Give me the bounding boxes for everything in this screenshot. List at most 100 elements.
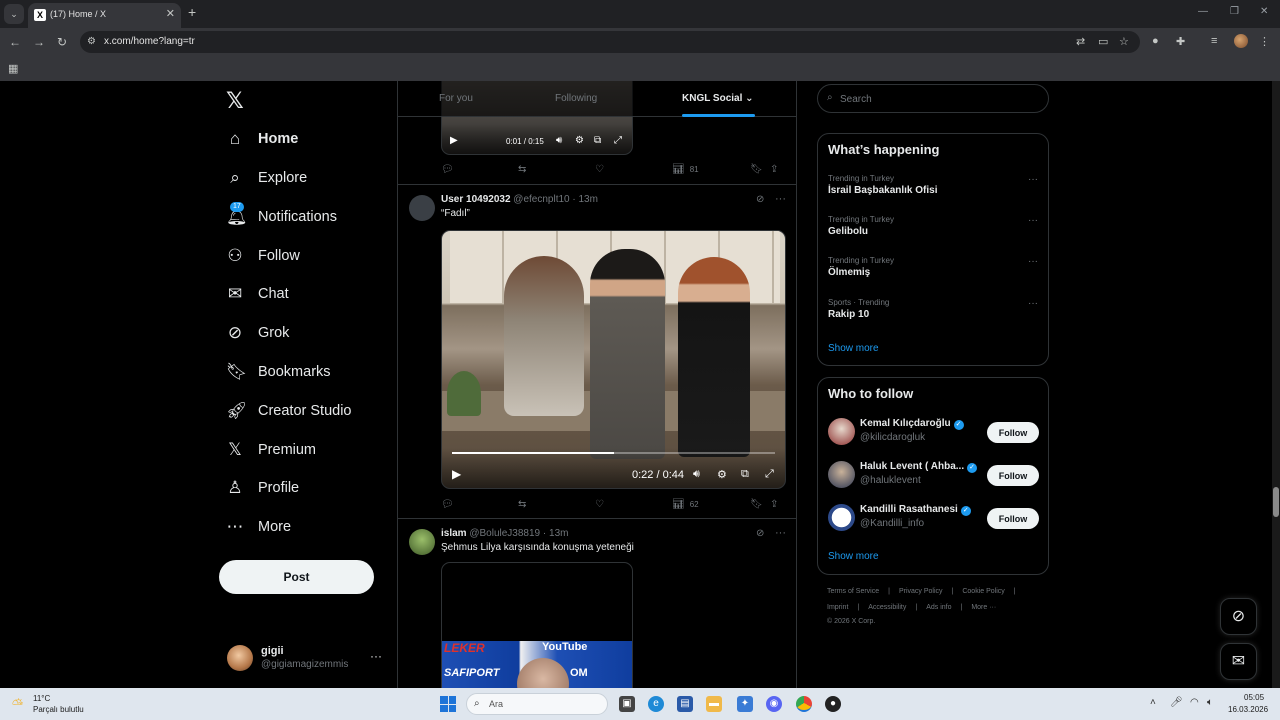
back-arrow-icon[interactable]: ← [9,35,21,49]
wifi-icon[interactable]: ◠ [1190,697,1199,708]
speaker-icon[interactable]: 🔈︎ [1207,697,1213,708]
post-item[interactable]: User 10492032 @efecnplt10 · 13m ⊘ ··· “F… [398,185,796,519]
grok-floating-button[interactable]: ⊘ [1220,598,1257,635]
scrollbar-thumb[interactable] [1273,487,1279,517]
clock-date[interactable]: 16.03.2026 [1228,705,1268,714]
avatar[interactable] [828,418,855,445]
browser-profile-avatar[interactable] [1234,34,1248,48]
avatar[interactable] [409,195,435,221]
site-info-icon[interactable]: ⚙ [87,36,96,47]
browser-menu-icon[interactable]: ⋮ [1259,35,1270,48]
trend-item[interactable]: Sports · Trending Rakip 10 ··· [828,298,1040,320]
privacy-link[interactable]: Privacy Policy [899,588,943,595]
repost-icon[interactable]: ⇆ [518,499,526,510]
pip-icon[interactable]: ⧉ [741,468,749,481]
accessibility-link[interactable]: Accessibility [868,604,906,611]
settings-icon[interactable]: ⚙ [575,135,584,146]
apps-grid-icon[interactable]: ▦ [8,62,18,75]
reply-icon[interactable]: 💬︎ [441,499,454,510]
new-tab-button[interactable]: + [188,4,196,20]
fullscreen-icon[interactable]: ⤢ [614,135,622,146]
address-bar[interactable]: ⚙ x.com/home?lang=tr ⇄ ▭ ☆ [80,31,1140,53]
nav-chat[interactable]: ✉ Chat [226,280,289,308]
reload-icon[interactable]: ↻ [57,35,67,49]
more-icon[interactable]: ··· [1028,174,1038,185]
taskbar-search[interactable]: ⌕ Ara [466,693,608,715]
partly-cloudy-icon[interactable]: ⛅︎ [12,696,23,713]
tab-following[interactable]: Following [555,93,597,104]
like-icon[interactable]: ♡ [595,499,604,510]
forward-arrow-icon[interactable]: → [33,35,45,49]
trend-item[interactable]: Trending in Turkey İsrail Başbakanlık Of… [828,174,1040,196]
browser-tab[interactable]: X (17) Home / X ✕ [28,3,181,28]
reading-list-icon[interactable]: ≡ [1211,35,1217,47]
page-scrollbar[interactable] [1272,81,1280,688]
tab-search-button[interactable]: ⌄ [4,4,24,24]
bookmark-icon[interactable]: 🔖︎ [750,499,763,510]
share-icon[interactable]: ⇪ [770,164,778,175]
extension-icon[interactable]: ● [1152,35,1159,47]
more-icon[interactable]: ··· [370,649,382,663]
cookie-link[interactable]: Cookie Policy [962,588,1004,595]
volume-icon[interactable]: 🔊︎ [556,135,562,146]
ads-info-link[interactable]: Ads info [926,604,951,611]
follow-suggestion[interactable]: Kemal Kılıçdaroğlu ✓ @kilicdarogluk Follo… [828,418,1042,448]
account-switcher[interactable]: gigii @gigiamagizemmis ··· [226,643,386,673]
avatar[interactable] [409,529,435,555]
avatar[interactable] [828,504,855,531]
views-icon[interactable]: 📊︎ 62 [672,499,699,510]
video-player[interactable]: ▶ 0:22 / 0:44 🔊︎ ⚙ ⧉ ⤢ [441,230,786,489]
chrome-icon[interactable] [796,696,812,712]
grok-icon[interactable]: ⊘ [756,528,764,539]
share-icon[interactable]: ⇪ [770,499,778,510]
search-box[interactable]: ⌕ [817,84,1049,113]
post-button[interactable]: Post [219,560,374,594]
like-icon[interactable]: ♡ [595,164,604,175]
play-icon[interactable]: ▶ [450,135,458,146]
fullscreen-icon[interactable]: ⤢ [765,468,774,481]
video-player[interactable]: LEKER YouTube SAFIPORT OM [441,562,633,688]
show-more-link[interactable]: Show more [828,551,879,562]
follow-suggestion[interactable]: Kandilli Rasathanesi ✓ @Kandilli_info Fol… [828,504,1042,534]
nav-grok[interactable]: ⊘ Grok [226,319,290,347]
post-item[interactable]: islam @BoluleJ38819 · 13m ⊘ ··· Şehmus L… [398,519,796,688]
close-window-button[interactable]: ✕ [1260,6,1268,17]
search-input[interactable] [840,90,1040,108]
video-progress-bar[interactable] [452,452,775,454]
post-author[interactable]: User 10492032 @efecnplt10 · 13m [441,194,598,205]
play-icon[interactable]: ▶ [452,467,461,481]
volume-icon[interactable]: 🔊︎ [693,468,700,481]
repost-icon[interactable]: ⇆ [518,164,526,175]
settings-icon[interactable]: ⚙ [717,468,727,481]
avatar[interactable] [828,461,855,488]
discord-icon[interactable]: ◉ [766,696,782,712]
x-logo-icon[interactable]: 𝕏 [226,88,244,114]
more-icon[interactable]: ··· [775,193,786,205]
minimize-window-button[interactable]: — [1198,6,1208,17]
more-icon[interactable]: ··· [1028,256,1038,267]
more-icon[interactable]: ··· [775,527,786,539]
windows-start-icon[interactable] [440,696,456,712]
bookmark-star-icon[interactable]: ☆ [1119,35,1129,48]
follow-button[interactable]: Follow [987,465,1039,486]
extensions-puzzle-icon[interactable]: ✚ [1176,35,1185,48]
close-tab-icon[interactable]: ✕ [166,7,175,20]
trend-item[interactable]: Trending in Turkey Gelibolu ··· [828,215,1040,237]
messages-floating-button[interactable]: ✉ [1220,643,1257,680]
bookmark-icon[interactable]: 🔖︎ [750,164,763,175]
nav-explore[interactable]: ⌕ Explore [226,164,307,192]
imprint-link[interactable]: Imprint [827,604,848,611]
nav-follow[interactable]: ⚇ Follow [226,242,300,270]
install-app-icon[interactable]: ▭ [1098,35,1108,48]
tab-kngl-social[interactable]: KNGL Social ⌄ [682,93,754,104]
nav-creator-studio[interactable]: 🚀︎ Creator Studio [226,397,352,425]
nav-home[interactable]: ⌂ Home [226,125,298,153]
terms-link[interactable]: Terms of Service [827,588,879,595]
app-icon-dark[interactable]: ● [825,696,841,712]
more-icon[interactable]: ··· [1028,215,1038,226]
follow-button[interactable]: Follow [987,508,1039,529]
views-icon[interactable]: 📊︎ 81 [672,164,699,175]
edge-browser-icon[interactable]: e [648,696,664,712]
store-icon[interactable]: ▤ [677,696,693,712]
translate-icon[interactable]: ⇄ [1076,35,1085,48]
